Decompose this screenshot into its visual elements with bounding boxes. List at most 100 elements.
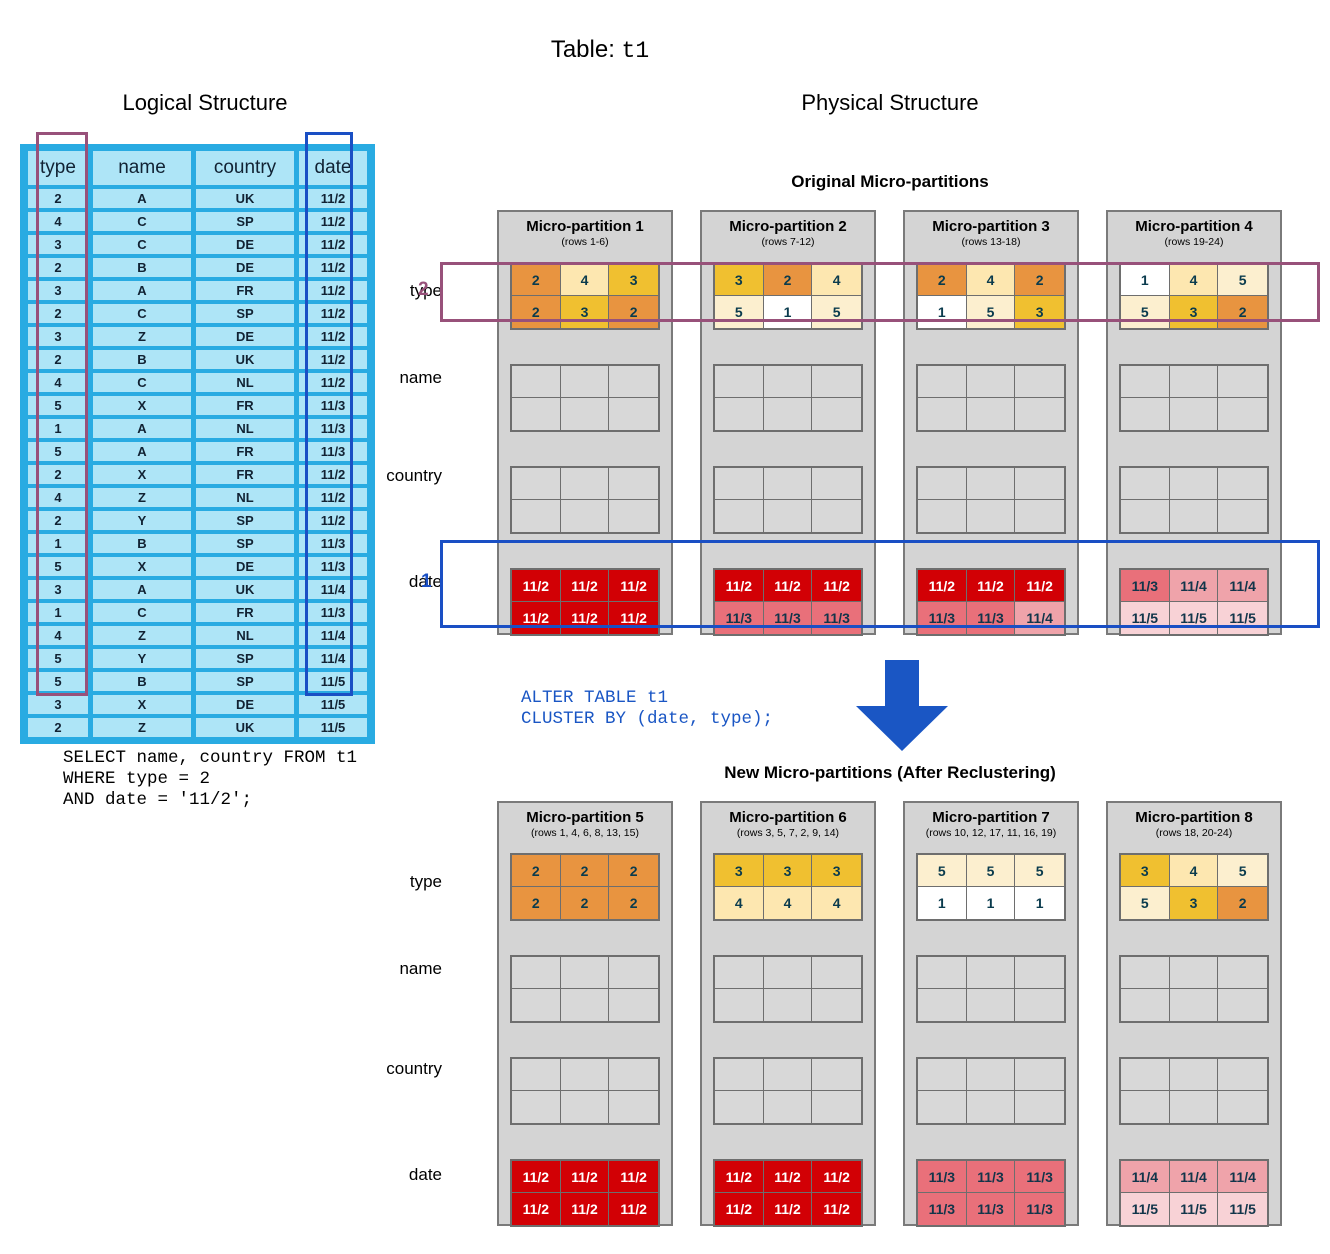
micro-partition[interactable]: Micro-partition 6 (rows 3, 5, 7, 2, 9, 14… — [700, 801, 876, 1227]
country-cell-empty — [715, 500, 764, 532]
cell-date: 11/2 — [298, 211, 368, 232]
name-cell-empty — [1218, 957, 1267, 989]
country-cell-empty — [609, 1059, 658, 1091]
cell-name: X — [92, 395, 192, 416]
down-arrow-icon — [856, 660, 948, 751]
cell-country: UK — [195, 579, 295, 600]
name-cell-empty — [560, 957, 610, 989]
table-row: 2 Z UK 11/5 — [27, 717, 368, 738]
cell-country: SP — [195, 533, 295, 554]
micro-partition[interactable]: Micro-partition 8 (rows 18, 20-24) 3 4 5 5 3 2 1… — [1106, 801, 1282, 1227]
name-cell-empty — [1169, 989, 1219, 1021]
micro-partition-header: Micro-partition 3 (rows 13-18) — [905, 212, 1077, 254]
country-cell-empty — [1121, 500, 1170, 532]
micro-partition[interactable]: Micro-partition 1 (rows 1-6) 2 4 3 2 3 2 11/2 11/… — [497, 210, 673, 636]
type-value-grid: 324515 — [713, 262, 863, 330]
date-cell: 11/2 — [512, 570, 561, 602]
name-cell-empty — [966, 366, 1016, 398]
type-cell: 2 — [560, 855, 610, 887]
date-cell: 11/2 — [715, 1161, 764, 1193]
country-cell-empty — [1015, 1059, 1064, 1091]
row-label-country-original: country — [386, 466, 442, 485]
table-row: 4 Z NL 11/4 — [27, 625, 368, 646]
date-cell: 11/3 — [918, 602, 967, 634]
country-cell-empty — [1218, 468, 1267, 500]
country-cell-empty — [560, 468, 610, 500]
date-cell: 11/4 — [1169, 570, 1219, 602]
type-cell: 2 — [560, 887, 610, 919]
table-row: 3 Z DE 11/2 — [27, 326, 368, 347]
cell-name: Z — [92, 487, 192, 508]
type-value-grid: 243232 — [510, 262, 660, 330]
micro-partition[interactable]: Micro-partition 7 (rows 10, 12, 17, 11, 1… — [903, 801, 1079, 1227]
date-value-grid: 11/3 11/3 11/3 11/3 11/3 11/3 — [916, 1159, 1066, 1227]
page-title: Table: t1 — [0, 36, 1200, 64]
country-cell-empty — [1218, 1091, 1267, 1123]
date-cell: 11/5 — [1169, 1193, 1219, 1225]
row-label-country-new: country — [386, 1059, 442, 1078]
date-cell: 11/2 — [715, 570, 764, 602]
alter-table-query-text: ALTER TABLE t1 CLUSTER BY (date, type); — [521, 688, 774, 729]
type-cell: 5 — [918, 855, 967, 887]
country-cell-empty — [560, 500, 610, 532]
name-empty-grid — [510, 955, 660, 1023]
name-cell-empty — [512, 989, 561, 1021]
table-row: 1 A NL 11/3 — [27, 418, 368, 439]
cell-type: 2 — [27, 717, 89, 738]
date-cell: 11/2 — [966, 570, 1016, 602]
cell-date: 11/2 — [298, 303, 368, 324]
micro-partition[interactable]: Micro-partition 5 (rows 1, 4, 6, 8, 13, 1… — [497, 801, 673, 1227]
country-cell-empty — [1121, 1091, 1170, 1123]
name-cell-empty — [560, 366, 610, 398]
date-value-grid: 11/3 11/4 11/4 11/5 11/5 11/5 — [1119, 568, 1269, 636]
country-cell-empty — [1169, 468, 1219, 500]
original-partitions-heading: Original Micro-partitions — [791, 172, 989, 191]
name-cell-empty — [1121, 989, 1170, 1021]
type-cell: 3 — [1015, 296, 1064, 328]
type-value-grid: 555111 — [916, 853, 1066, 921]
type-cell: 5 — [715, 296, 764, 328]
cell-type: 2 — [27, 349, 89, 370]
date-cell: 11/4 — [1218, 570, 1267, 602]
cell-type: 2 — [27, 257, 89, 278]
date-cell: 11/3 — [763, 602, 813, 634]
type-cell: 5 — [1121, 296, 1170, 328]
type-cell: 5 — [966, 296, 1016, 328]
type-cell: 4 — [763, 887, 813, 919]
name-empty-grid — [1119, 955, 1269, 1023]
cell-type: 5 — [27, 395, 89, 416]
micro-partition[interactable]: Micro-partition 3 (rows 13-18) 2 4 2 1 5 3 11/2 1… — [903, 210, 1079, 636]
type-cell: 3 — [1169, 887, 1219, 919]
cell-name: C — [92, 303, 192, 324]
type-cell: 4 — [1169, 855, 1219, 887]
cell-name: A — [92, 188, 192, 209]
cell-country: SP — [195, 211, 295, 232]
date-cell: 11/5 — [1169, 602, 1219, 634]
country-empty-grid — [713, 1057, 863, 1125]
cell-country: NL — [195, 418, 295, 439]
micro-partition[interactable]: Micro-partition 2 (rows 7-12) 3 2 4 5 1 5 11/2 11… — [700, 210, 876, 636]
type-cell: 4 — [1169, 264, 1219, 296]
country-cell-empty — [763, 1091, 813, 1123]
name-cell-empty — [560, 989, 610, 1021]
cell-type: 4 — [27, 625, 89, 646]
date-cell: 11/2 — [1015, 570, 1064, 602]
table-row: 2 C SP 11/2 — [27, 303, 368, 324]
micro-partition-rowrange: (rows 13-18) — [961, 236, 1021, 248]
micro-partition[interactable]: Micro-partition 4 (rows 19-24) 1 4 5 5 3 2 11/3 1… — [1106, 210, 1282, 636]
country-cell-empty — [715, 1091, 764, 1123]
date-cell: 11/2 — [512, 602, 561, 634]
country-cell-empty — [715, 468, 764, 500]
name-cell-empty — [812, 989, 861, 1021]
cell-date: 11/3 — [298, 395, 368, 416]
table-row: 4 C SP 11/2 — [27, 211, 368, 232]
type-cell: 4 — [812, 887, 861, 919]
